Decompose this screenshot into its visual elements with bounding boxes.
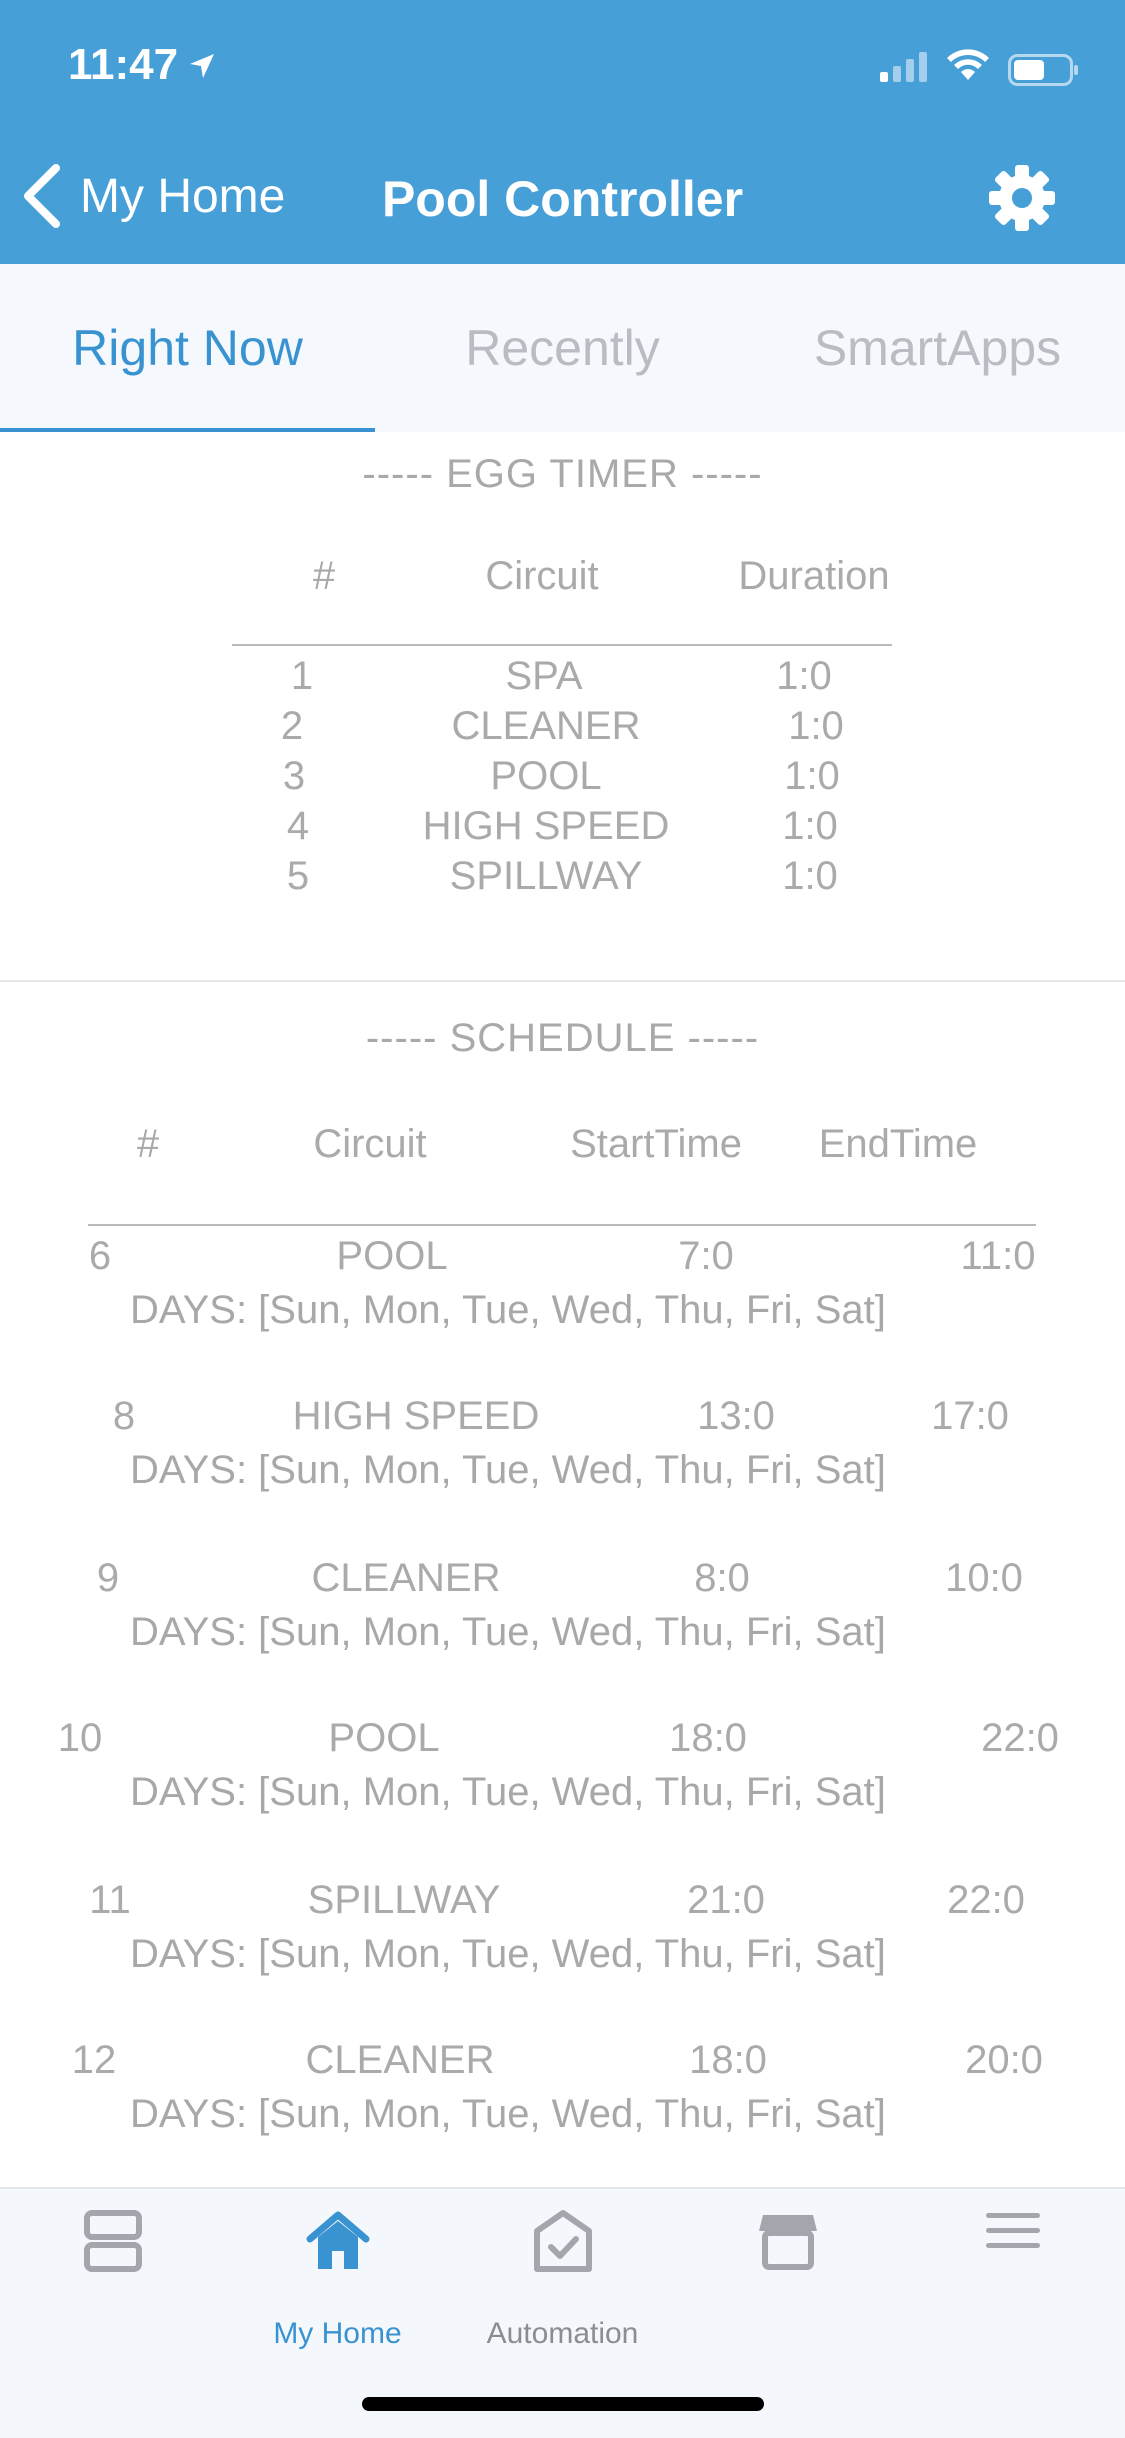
tab-marketplace[interactable] bbox=[675, 2209, 900, 2359]
row-circuit: POOL bbox=[490, 754, 602, 798]
egg-timer-title: ----- EGG TIMER ----- bbox=[362, 452, 763, 496]
tab-my-home-label: My Home bbox=[273, 2317, 402, 2350]
row-days: DAYS: [Sun, Mon, Tue, Wed, Thu, Fri, Sat… bbox=[130, 1610, 886, 1654]
row-num: 11 bbox=[89, 1878, 131, 1922]
tile-divider bbox=[0, 980, 1125, 982]
row-num: 2 bbox=[280, 704, 304, 748]
back-label: My Home bbox=[80, 169, 286, 223]
segmented-tabs: Right Now Recently SmartApps bbox=[0, 264, 1125, 434]
tab-label: Right Now bbox=[72, 320, 303, 376]
chevron-left-icon bbox=[24, 164, 60, 228]
location-arrow-icon bbox=[190, 54, 214, 78]
status-time: 11:47 bbox=[68, 40, 179, 89]
row-num: 3 bbox=[282, 754, 306, 798]
egg-timer-header-duration: Duration bbox=[738, 554, 890, 598]
egg-timer-header-circuit: Circuit bbox=[485, 554, 599, 598]
row-num: 4 bbox=[286, 804, 310, 848]
row-start: 13:0 bbox=[697, 1394, 775, 1438]
schedule-header-end: EndTime bbox=[818, 1122, 978, 1166]
row-end: 10:0 bbox=[945, 1556, 1023, 1600]
home-indicator bbox=[362, 2397, 764, 2411]
dashboard-icon bbox=[83, 2210, 142, 2272]
row-days: DAYS: [Sun, Mon, Tue, Wed, Thu, Fri, Sat… bbox=[130, 1288, 886, 1332]
row-circuit: CLEANER bbox=[451, 704, 641, 748]
row-num: 6 bbox=[88, 1234, 112, 1278]
row-end: 11:0 bbox=[960, 1234, 1036, 1278]
tab-menu[interactable] bbox=[900, 2209, 1125, 2359]
battery-icon bbox=[1008, 54, 1078, 86]
wifi-icon bbox=[947, 49, 989, 80]
row-circuit: SPILLWAY bbox=[449, 854, 643, 898]
egg-timer-rule bbox=[232, 644, 892, 646]
row-duration: 1:0 bbox=[782, 804, 838, 848]
menu-icon bbox=[985, 2213, 1040, 2248]
nav-header: 11:47 My Home Pool Controller bbox=[0, 0, 1125, 264]
tab-label: Recently bbox=[465, 320, 660, 376]
row-num: 10 bbox=[57, 1716, 103, 1760]
row-end: 22:0 bbox=[947, 1878, 1025, 1922]
row-circuit: POOL bbox=[328, 1716, 440, 1760]
schedule-rule bbox=[88, 1224, 1036, 1226]
row-start: 8:0 bbox=[694, 1556, 750, 1600]
row-start: 18:0 bbox=[689, 2038, 767, 2082]
tab-dashboard[interactable] bbox=[0, 2209, 225, 2359]
cellular-signal-icon bbox=[880, 52, 927, 82]
row-num: 1 bbox=[290, 654, 314, 698]
back-button[interactable]: My Home bbox=[22, 160, 302, 232]
device-tiles: ----- EGG TIMER ----- # Circuit Duration… bbox=[0, 432, 1125, 2187]
tab-automation[interactable]: Automation bbox=[450, 2209, 675, 2359]
gear-icon[interactable] bbox=[988, 164, 1056, 232]
row-circuit: HIGH SPEED bbox=[422, 804, 670, 848]
row-num: 8 bbox=[112, 1394, 136, 1438]
row-duration: 1:0 bbox=[788, 704, 844, 748]
schedule-header-circuit: Circuit bbox=[313, 1122, 427, 1166]
egg-timer-header-num: # bbox=[312, 554, 336, 598]
tab-right-now[interactable]: Right Now bbox=[0, 264, 375, 434]
row-num: 9 bbox=[96, 1556, 120, 1600]
row-days: DAYS: [Sun, Mon, Tue, Wed, Thu, Fri, Sat… bbox=[130, 1770, 886, 1814]
row-end: 22:0 bbox=[981, 1716, 1059, 1760]
marketplace-icon bbox=[758, 2215, 817, 2270]
row-start: 21:0 bbox=[687, 1878, 765, 1922]
schedule-header-num: # bbox=[136, 1122, 160, 1166]
row-num: 12 bbox=[71, 2038, 117, 2082]
row-end: 20:0 bbox=[965, 2038, 1043, 2082]
row-circuit: SPILLWAY bbox=[307, 1878, 501, 1922]
row-start: 18:0 bbox=[669, 1716, 747, 1760]
tab-my-home[interactable]: My Home bbox=[225, 2209, 450, 2359]
row-circuit: CLEANER bbox=[305, 2038, 495, 2082]
row-circuit: HIGH SPEED bbox=[292, 1394, 540, 1438]
schedule-title: ----- SCHEDULE ----- bbox=[365, 1016, 760, 1060]
row-days: DAYS: [Sun, Mon, Tue, Wed, Thu, Fri, Sat… bbox=[130, 1932, 886, 1976]
automation-icon bbox=[533, 2210, 592, 2272]
page-title-text: Pool Controller bbox=[381, 171, 744, 227]
schedule-header-start: StartTime bbox=[570, 1122, 742, 1166]
row-days: DAYS: [Sun, Mon, Tue, Wed, Thu, Fri, Sat… bbox=[130, 1448, 886, 1492]
row-start: 7:0 bbox=[678, 1234, 734, 1278]
row-days: DAYS: [Sun, Mon, Tue, Wed, Thu, Fri, Sat… bbox=[130, 2092, 886, 2136]
row-duration: 1:0 bbox=[784, 754, 840, 798]
row-duration: 1:0 bbox=[776, 654, 832, 698]
tab-smartapps[interactable]: SmartApps bbox=[750, 264, 1125, 432]
row-circuit: POOL bbox=[336, 1234, 448, 1278]
row-num: 5 bbox=[286, 854, 310, 898]
tab-recently[interactable]: Recently bbox=[375, 264, 750, 432]
row-circuit: CLEANER bbox=[311, 1556, 501, 1600]
tab-label: SmartApps bbox=[813, 320, 1062, 376]
tab-automation-label: Automation bbox=[486, 2317, 639, 2350]
row-end: 17:0 bbox=[931, 1394, 1009, 1438]
home-icon bbox=[306, 2211, 369, 2269]
row-duration: 1:0 bbox=[782, 854, 838, 898]
row-circuit: SPA bbox=[505, 654, 583, 698]
